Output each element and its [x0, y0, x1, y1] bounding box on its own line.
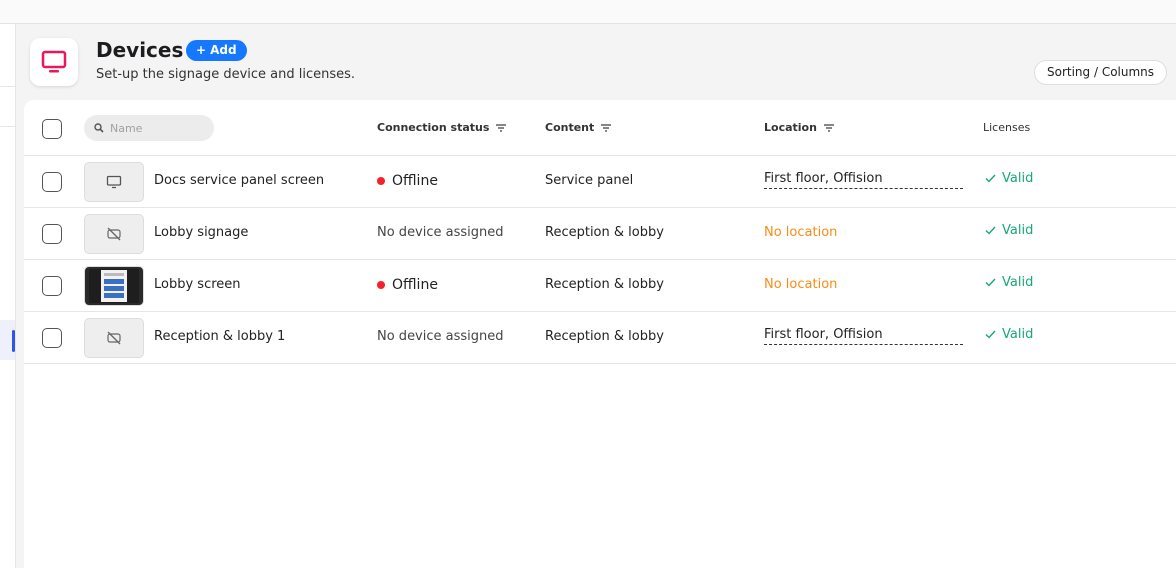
sidebar-divider [0, 86, 15, 87]
column-label: Licenses [983, 121, 1031, 134]
table-row[interactable]: Lobby screen Offline Reception & lobby N… [24, 260, 1176, 312]
column-label: Connection status [377, 121, 490, 134]
name-search[interactable] [84, 115, 214, 141]
top-bar [0, 0, 1176, 24]
status-label: Offline [392, 277, 438, 293]
search-icon [94, 123, 104, 133]
check-icon [985, 330, 996, 339]
devices-table: Connection status Content Location Licen… [24, 100, 1176, 568]
add-device-button[interactable]: + Add [186, 40, 247, 61]
sidebar-divider [0, 126, 15, 127]
filter-icon[interactable] [495, 123, 507, 133]
check-icon [985, 278, 996, 287]
row-checkbox[interactable] [42, 276, 62, 296]
license-label: Valid [1002, 327, 1034, 342]
license-status: Valid [985, 327, 1033, 342]
column-connection-status[interactable]: Connection status [377, 121, 507, 134]
location-value[interactable]: First floor, Offision [764, 327, 963, 345]
column-label: Location [764, 121, 817, 134]
license-status: Valid [985, 223, 1033, 238]
plus-icon: + [196, 43, 207, 57]
device-name[interactable]: Lobby screen [154, 277, 241, 292]
screen-preview-image [84, 266, 144, 306]
monitor-icon [106, 175, 122, 189]
status-label: Offline [392, 173, 438, 189]
page-subtitle: Set-up the signage device and licenses. [96, 67, 356, 82]
check-icon [985, 226, 996, 235]
device-thumbnail [84, 318, 144, 358]
row-checkbox[interactable] [42, 328, 62, 348]
device-thumbnail [84, 162, 144, 202]
table-row[interactable]: Lobby signage No device assigned Recepti… [24, 208, 1176, 260]
filter-icon[interactable] [600, 123, 612, 133]
left-sidebar [0, 24, 16, 568]
connection-status: Offline [377, 277, 438, 293]
connection-status: Offline [377, 173, 438, 189]
offline-dot [377, 177, 385, 185]
device-name[interactable]: Reception & lobby 1 [154, 329, 285, 344]
content-name[interactable]: Reception & lobby [545, 277, 664, 292]
license-label: Valid [1002, 171, 1034, 186]
column-label: Content [545, 121, 595, 134]
table-header: Connection status Content Location Licen… [24, 100, 1176, 156]
check-icon [985, 174, 996, 183]
page-title: Devices [96, 38, 184, 62]
device-name[interactable]: Lobby signage [154, 225, 248, 240]
search-input[interactable] [110, 121, 206, 135]
column-licenses: Licenses [983, 121, 1030, 134]
device-thumbnail [84, 214, 144, 254]
license-label: Valid [1002, 275, 1034, 290]
row-checkbox[interactable] [42, 172, 62, 192]
unlinked-icon [107, 227, 121, 241]
license-status: Valid [985, 171, 1033, 186]
unlinked-icon [107, 331, 121, 345]
license-label: Valid [1002, 223, 1034, 238]
select-all-checkbox[interactable] [42, 119, 62, 139]
table-row[interactable]: Docs service panel screen Offline Servic… [24, 156, 1176, 208]
monitor-icon [30, 38, 78, 86]
filter-icon[interactable] [823, 123, 835, 133]
row-checkbox[interactable] [42, 224, 62, 244]
offline-dot [377, 281, 385, 289]
connection-status: No device assigned [377, 225, 504, 240]
column-content[interactable]: Content [545, 121, 612, 134]
location-value[interactable]: No location [764, 277, 963, 292]
sidebar-active-indicator [12, 330, 15, 352]
table-row[interactable]: Reception & lobby 1 No device assigned R… [24, 312, 1176, 364]
license-status: Valid [985, 275, 1033, 290]
content-name[interactable]: Reception & lobby [545, 329, 664, 344]
content-name[interactable]: Service panel [545, 173, 633, 188]
add-button-label: Add [210, 43, 237, 57]
column-location[interactable]: Location [764, 121, 835, 134]
device-name[interactable]: Docs service panel screen [154, 173, 324, 188]
connection-status: No device assigned [377, 329, 504, 344]
sorting-columns-button[interactable]: Sorting / Columns [1034, 60, 1168, 85]
content-name[interactable]: Reception & lobby [545, 225, 664, 240]
location-value[interactable]: No location [764, 225, 963, 240]
location-value[interactable]: First floor, Offision [764, 171, 963, 189]
